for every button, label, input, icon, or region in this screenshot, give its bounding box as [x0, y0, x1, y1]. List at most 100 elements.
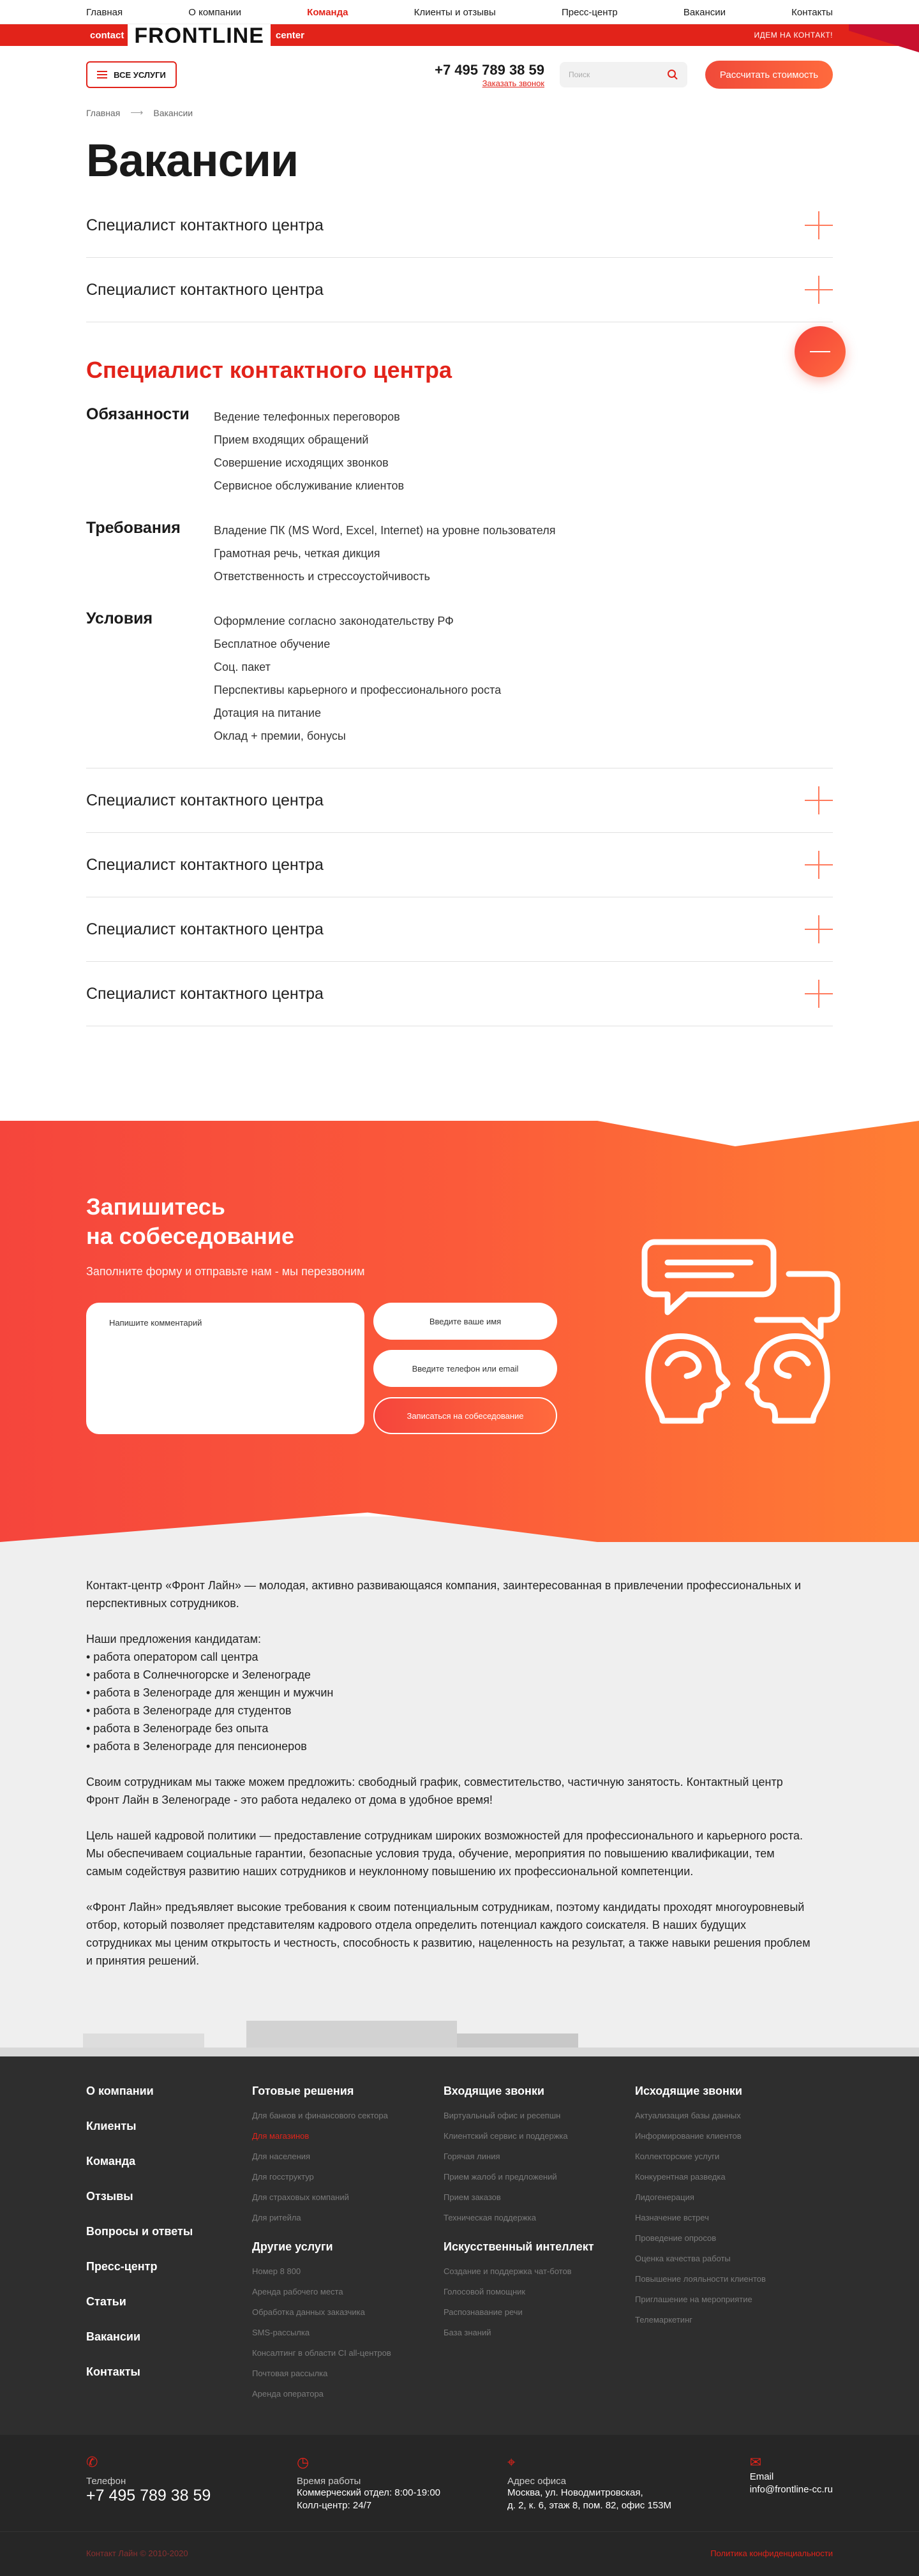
- footer-sublink[interactable]: Аренда оператора: [252, 2389, 444, 2399]
- footer-sublink[interactable]: Телемаркетинг: [635, 2315, 826, 2325]
- footer-sublink[interactable]: Консалтинг в области CI all-центров: [252, 2348, 444, 2358]
- about-paragraph: Контакт-центр «Фронт Лайн» — молодая, ак…: [86, 1579, 802, 1610]
- logo[interactable]: FRONTLINE: [128, 24, 271, 47]
- footer-sublink[interactable]: Лидогенерация: [635, 2192, 826, 2202]
- footer-sublink[interactable]: Для банков и финансового сектора: [252, 2111, 444, 2120]
- search-input[interactable]: Поиск: [560, 62, 687, 87]
- interview-signup-section: Запишитесь на собеседование Заполните фо…: [0, 1121, 919, 1542]
- privacy-policy-link[interactable]: Политика конфиденциальности: [710, 2549, 833, 2558]
- footer-link[interactable]: Статьи: [86, 2295, 252, 2309]
- footer-sublink[interactable]: Для населения: [252, 2152, 444, 2161]
- all-services-button[interactable]: ВСЕ УСЛУГИ: [86, 61, 177, 88]
- footer-heading: Исходящие звонки: [635, 2085, 742, 2097]
- footer-sublink[interactable]: Распознавание речи: [444, 2307, 635, 2317]
- footer-sublink[interactable]: Прием заказов: [444, 2192, 635, 2202]
- nav-clients[interactable]: Клиенты и отзывы: [414, 7, 496, 18]
- footer-sublink[interactable]: Информирование клиентов: [635, 2131, 826, 2141]
- footer-sublink[interactable]: Коллекторские услуги: [635, 2152, 826, 2161]
- list-item: Ответственность и стрессоустойчивость: [214, 570, 430, 583]
- map-pin-icon: ⌖: [507, 2454, 516, 2470]
- expand-plus-icon[interactable]: [805, 851, 833, 879]
- footer-link[interactable]: Вакансии: [86, 2330, 252, 2344]
- footer-link[interactable]: Пресс-центр: [86, 2260, 252, 2273]
- callback-link[interactable]: Заказать звонок: [435, 79, 544, 88]
- footer-sublink[interactable]: Горячая линия: [444, 2152, 635, 2161]
- footer-sublink[interactable]: Техническая поддержка: [444, 2213, 635, 2222]
- duties-section: Обязанности Ведение телефонных переговор…: [86, 405, 833, 497]
- nav-contacts[interactable]: Контакты: [791, 7, 833, 18]
- footer-sublink[interactable]: Почтовая рассылка: [252, 2369, 444, 2378]
- footer-incoming-calls: Входящие звонки Виртуальный офис и ресеп…: [444, 2085, 635, 2409]
- footer-sublink[interactable]: Аренда рабочего места: [252, 2287, 444, 2296]
- footer-sublink[interactable]: Для госструктур: [252, 2172, 444, 2182]
- footer-email[interactable]: info@frontline-cc.ru: [750, 2483, 833, 2496]
- vacancy-item[interactable]: Специалист контактного центра: [86, 897, 833, 962]
- contact-phone: ✆ Телефон +7 495 789 38 59: [86, 2454, 297, 2512]
- footer-sublink[interactable]: Обработка данных заказчика: [252, 2307, 444, 2317]
- footer-sublink[interactable]: Виртуальный офис и ресепшн: [444, 2111, 635, 2120]
- list-item: Владение ПК (MS Word, Excel, Internet) н…: [214, 524, 556, 537]
- footer-sublink[interactable]: Клиентский сервис и поддержка: [444, 2131, 635, 2141]
- expand-plus-icon[interactable]: [805, 786, 833, 814]
- conditions-list: Оформление согласно законодательству РФ …: [214, 610, 501, 747]
- footer-sublink[interactable]: SMS-рассылка: [252, 2328, 444, 2337]
- footer-sublink[interactable]: Прием жалоб и предложений: [444, 2172, 635, 2182]
- phone-email-input[interactable]: Введите телефон или email: [373, 1350, 557, 1387]
- nav-team[interactable]: Команда: [307, 7, 348, 18]
- calculate-cost-button[interactable]: Рассчитать стоимость: [705, 61, 833, 89]
- list-item: Соц. пакет: [214, 661, 271, 673]
- breadcrumb-home[interactable]: Главная: [86, 108, 120, 118]
- footer-sublink[interactable]: Актуализация базы данных: [635, 2111, 826, 2120]
- footer-phone[interactable]: +7 495 789 38 59: [86, 2487, 297, 2505]
- nav-about[interactable]: О компании: [188, 7, 241, 18]
- expand-plus-icon[interactable]: [805, 276, 833, 304]
- breadcrumb: Главная ⟶ Вакансии: [86, 107, 833, 118]
- vacancy-item[interactable]: Специалист контактного центра: [86, 833, 833, 897]
- footer-sublink[interactable]: Создание и поддержка чат-ботов: [444, 2266, 635, 2276]
- footer-sublink[interactable]: Проведение опросов: [635, 2233, 826, 2243]
- vacancy-item-expanded[interactable]: Специалист контактного центра Обязанност…: [86, 322, 846, 768]
- footer-sublink[interactable]: Для магазинов: [252, 2131, 444, 2141]
- offer-item: • работа в Зеленограде для женщин и мужч…: [86, 1686, 334, 1699]
- vacancy-item[interactable]: Специалист контактного центра: [86, 962, 833, 1026]
- footer-sublink[interactable]: Оценка качества работы: [635, 2254, 826, 2263]
- expand-plus-icon[interactable]: [805, 211, 833, 239]
- footer-link[interactable]: Контакты: [86, 2365, 252, 2379]
- footer-decor-band: [0, 2021, 919, 2056]
- footer-link[interactable]: Вопросы и ответы: [86, 2225, 252, 2238]
- nav-press[interactable]: Пресс-центр: [562, 7, 618, 18]
- vacancy-title: Специалист контактного центра: [86, 920, 324, 938]
- footer-sublink[interactable]: База знаний: [444, 2328, 635, 2337]
- footer-outgoing-calls: Исходящие звонки Актуализация базы данны…: [635, 2085, 826, 2409]
- expand-plus-icon[interactable]: [805, 915, 833, 943]
- footer-sublink[interactable]: Конкурентная разведка: [635, 2172, 826, 2182]
- requirements-label: Требования: [86, 519, 181, 537]
- footer-link[interactable]: Команда: [86, 2155, 252, 2168]
- signup-submit-button[interactable]: Записаться на собеседование: [373, 1397, 557, 1434]
- footer-sublink[interactable]: Для страховых компаний: [252, 2192, 444, 2202]
- search-icon[interactable]: [667, 69, 678, 80]
- footer-link[interactable]: Отзывы: [86, 2190, 252, 2203]
- vacancy-item[interactable]: Специалист контактного центра: [86, 193, 833, 258]
- footer-sublink[interactable]: Для ритейла: [252, 2213, 444, 2222]
- footer-sublink[interactable]: Номер 8 800: [252, 2266, 444, 2276]
- collapse-minus-icon[interactable]: [795, 326, 846, 377]
- expand-plus-icon[interactable]: [805, 980, 833, 1008]
- footer-sublink[interactable]: Назначение встреч: [635, 2213, 826, 2222]
- footer-bottom: Контакт Лайн © 2010-2020 Политика конфид…: [0, 2531, 919, 2576]
- footer-sublink[interactable]: Голосовой помощник: [444, 2287, 635, 2296]
- footer-sublink[interactable]: Повышение лояльности клиентов: [635, 2274, 826, 2284]
- footer-link[interactable]: О компании: [86, 2085, 252, 2098]
- vacancy-item[interactable]: Специалист контактного центра: [86, 258, 833, 322]
- conditions-section: Условия Оформление согласно законодатель…: [86, 610, 833, 747]
- brand-center-text: center: [275, 29, 304, 41]
- comment-textarea[interactable]: Напишите комментарий: [86, 1303, 364, 1434]
- footer-ready-solutions: Готовые решения Для банков и финансового…: [252, 2085, 444, 2409]
- header-phone[interactable]: +7 495 789 38 59: [435, 62, 544, 79]
- nav-home[interactable]: Главная: [86, 7, 123, 18]
- footer-link[interactable]: Клиенты: [86, 2120, 252, 2133]
- footer-sublink[interactable]: Приглашение на мероприятие: [635, 2295, 826, 2304]
- vacancy-item[interactable]: Специалист контактного центра: [86, 768, 833, 833]
- name-input[interactable]: Введите ваше имя: [373, 1303, 557, 1340]
- nav-vacancies[interactable]: Вакансии: [684, 7, 726, 18]
